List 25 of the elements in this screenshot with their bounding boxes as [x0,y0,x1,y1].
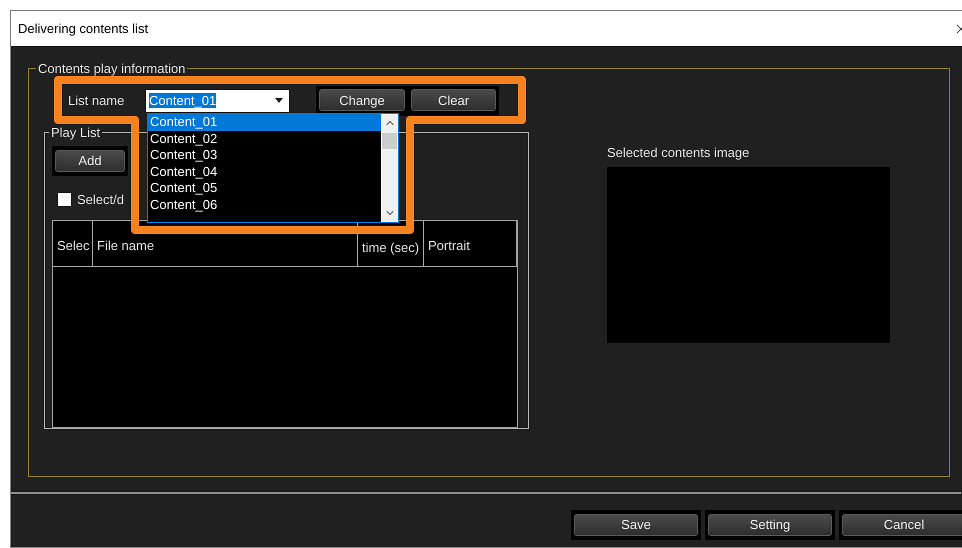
dropdown-item[interactable]: Content_03 [148,147,381,164]
dropdown-item[interactable]: Content_05 [148,180,381,196]
list-name-combobox[interactable]: Content_01 [146,90,289,112]
window-title: Delivering contents list [18,20,148,38]
dropdown-item[interactable]: Content_02 [148,130,381,147]
column-header: Selec [53,220,93,266]
select-all-checkbox[interactable] [58,193,71,206]
preview-label: Selected contents image [607,144,750,162]
checkbox-label: Select/d [77,191,124,209]
scrollbar[interactable] [381,114,398,222]
scrollbar-thumb[interactable] [382,133,397,149]
dropdown-item[interactable]: Content_04 [148,164,381,180]
dropdown-item[interactable]: Content_06 [148,196,381,213]
clear-button[interactable]: Clear [411,89,496,112]
dropdown-item[interactable]: Content_01 [148,114,381,130]
dropdown-caret-icon [275,98,283,103]
cancel-button[interactable]: Cancel [842,514,962,536]
group-title: Contents play information [37,60,186,78]
add-button[interactable]: Add [55,150,125,172]
save-button[interactable]: Save [574,514,698,536]
setting-button[interactable]: Setting [708,514,832,536]
group-title: Play List [50,124,102,142]
column-header: Portrait [424,220,517,266]
change-button[interactable]: Change [319,89,405,112]
field-label: List name [68,92,126,110]
